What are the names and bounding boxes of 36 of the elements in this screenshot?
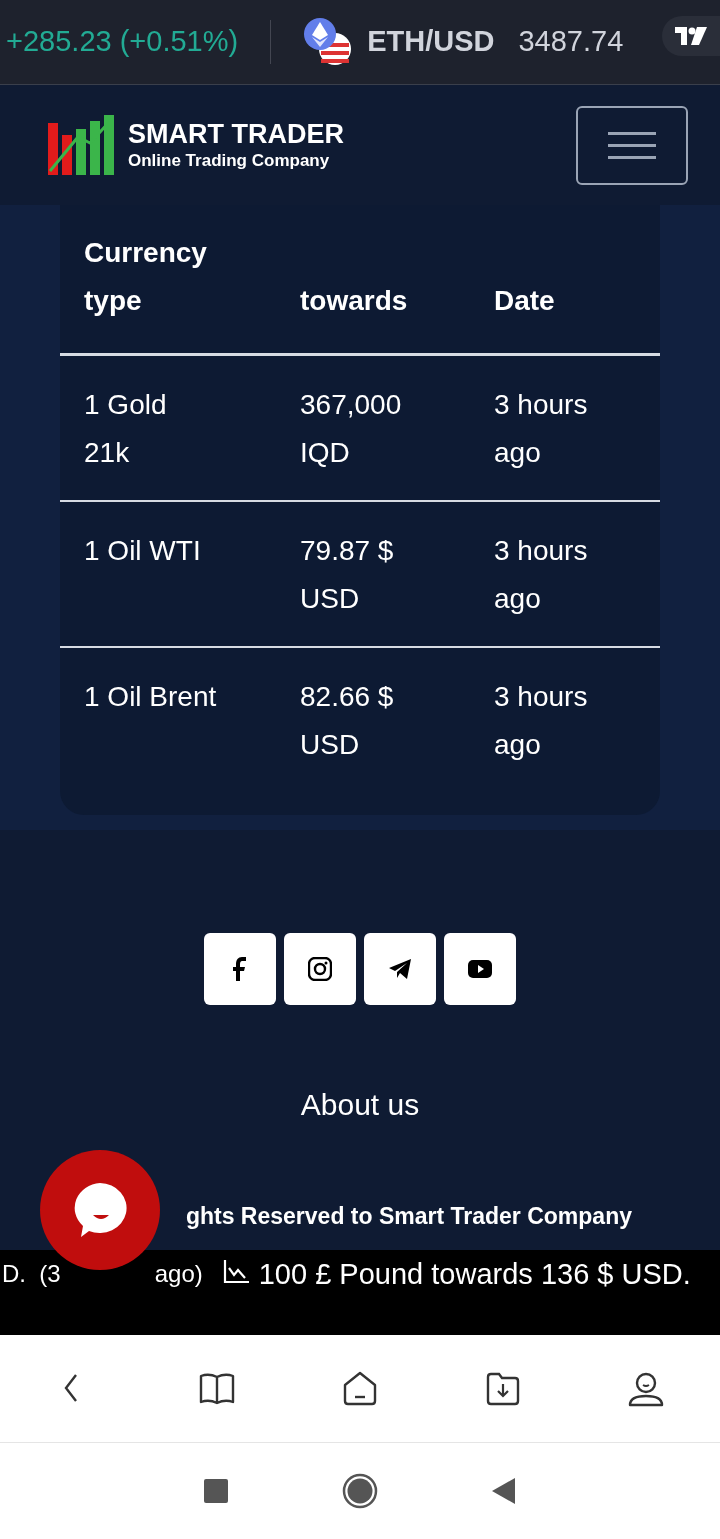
instagram-icon bbox=[308, 957, 332, 981]
table-cell-text: 79.87 $ USD bbox=[300, 534, 395, 616]
brand-tagline: Online Trading Company bbox=[128, 150, 331, 172]
telegram-link[interactable] bbox=[364, 933, 436, 1005]
news-ticker-text: ago) bbox=[154, 1259, 203, 1289]
telegram-icon bbox=[388, 957, 412, 981]
news-ticker-text: D. (3 bbox=[2, 1259, 61, 1289]
table-cell-text: 82.66 $ USD bbox=[300, 680, 395, 762]
table-cell-text: 3 hours ago bbox=[494, 680, 589, 762]
downloads-icon[interactable] bbox=[485, 1370, 521, 1407]
home-icon[interactable] bbox=[342, 1370, 378, 1407]
instagram-link[interactable] bbox=[284, 933, 356, 1005]
table-cell-text: 367,000 IQD bbox=[300, 388, 403, 470]
brand-name: SMART TRADER bbox=[128, 118, 344, 150]
currency-pair: ETH/USD bbox=[367, 24, 495, 60]
column-header: towards bbox=[300, 284, 409, 318]
currency-pair-icon bbox=[303, 17, 354, 67]
news-ticker-text: 100 £ Pound towards 136 $ USD. bbox=[258, 1257, 691, 1292]
table-cell-text: 3 hours ago bbox=[494, 388, 589, 470]
column-header: Currency type bbox=[84, 236, 208, 318]
youtube-icon bbox=[468, 957, 492, 981]
about-us-link[interactable]: About us bbox=[300, 1085, 420, 1125]
menu-button[interactable] bbox=[576, 105, 688, 185]
trend-chart-icon bbox=[222, 1260, 249, 1284]
profile-icon[interactable] bbox=[628, 1370, 664, 1407]
table-cell-text: 1 Oil WTI bbox=[84, 534, 202, 568]
column-header: Date bbox=[494, 284, 556, 318]
copyright-text: ghts Reserved to Smart Trader Company bbox=[185, 1202, 632, 1231]
home-icon[interactable] bbox=[342, 1473, 378, 1509]
facebook-link[interactable] bbox=[204, 933, 276, 1005]
table-cell-text: 3 hours ago bbox=[494, 534, 589, 616]
table-cell-text: 1 Oil Brent bbox=[84, 680, 218, 714]
price-change: +285.23 (+0.51%) bbox=[0, 20, 272, 64]
table-cell-text: 1 Gold 21k bbox=[84, 388, 168, 470]
price-value: 3487.74 bbox=[518, 24, 624, 60]
youtube-link[interactable] bbox=[444, 933, 516, 1005]
